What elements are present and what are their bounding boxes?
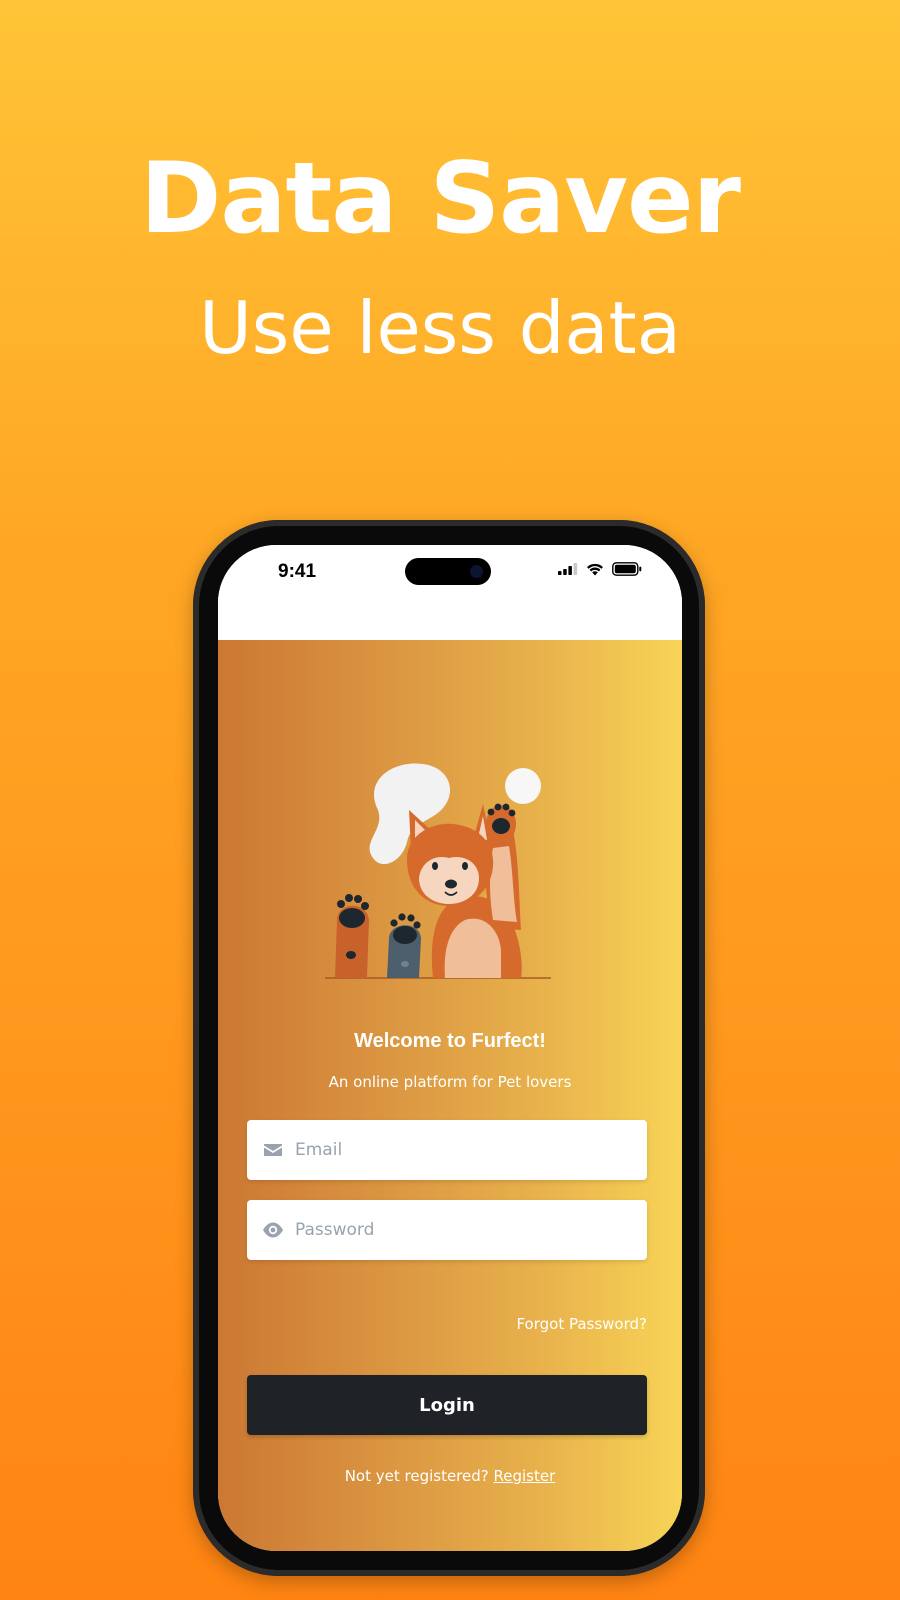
status-bar: 9:41 [218, 545, 682, 640]
dynamic-island [405, 558, 491, 585]
battery-icon [612, 562, 642, 576]
welcome-tagline: An online platform for Pet lovers [328, 1073, 572, 1091]
promo-subline: Use less data [199, 286, 681, 370]
promo-headline: Data Saver [140, 142, 741, 256]
eye-icon[interactable] [262, 1219, 284, 1241]
phone-screen: 9:41 Welcome to Furfect! An online platf… [218, 545, 682, 1551]
login-screen: Welcome to Furfect! An online platform f… [218, 640, 682, 1551]
camera-lens [470, 565, 483, 578]
welcome-title: Welcome to Furfect! [354, 1030, 546, 1052]
password-field[interactable] [247, 1200, 647, 1260]
register-prompt-text: Not yet registered? [344, 1467, 489, 1485]
forgot-password-link[interactable]: Forgot Password? [516, 1315, 647, 1333]
wifi-icon [587, 563, 603, 575]
register-link[interactable]: Register [494, 1467, 556, 1485]
email-field[interactable] [247, 1120, 647, 1180]
status-time: 9:41 [278, 561, 317, 582]
register-prompt: Not yet registered? Register [218, 1467, 682, 1485]
email-input[interactable] [295, 1120, 635, 1180]
status-icons [558, 562, 642, 576]
shiba-dog-waving-illustration [325, 763, 551, 979]
login-button[interactable]: Login [247, 1375, 647, 1435]
envelope-icon [264, 1144, 282, 1156]
cellular-signal-icon [558, 563, 578, 575]
password-input[interactable] [295, 1200, 635, 1260]
